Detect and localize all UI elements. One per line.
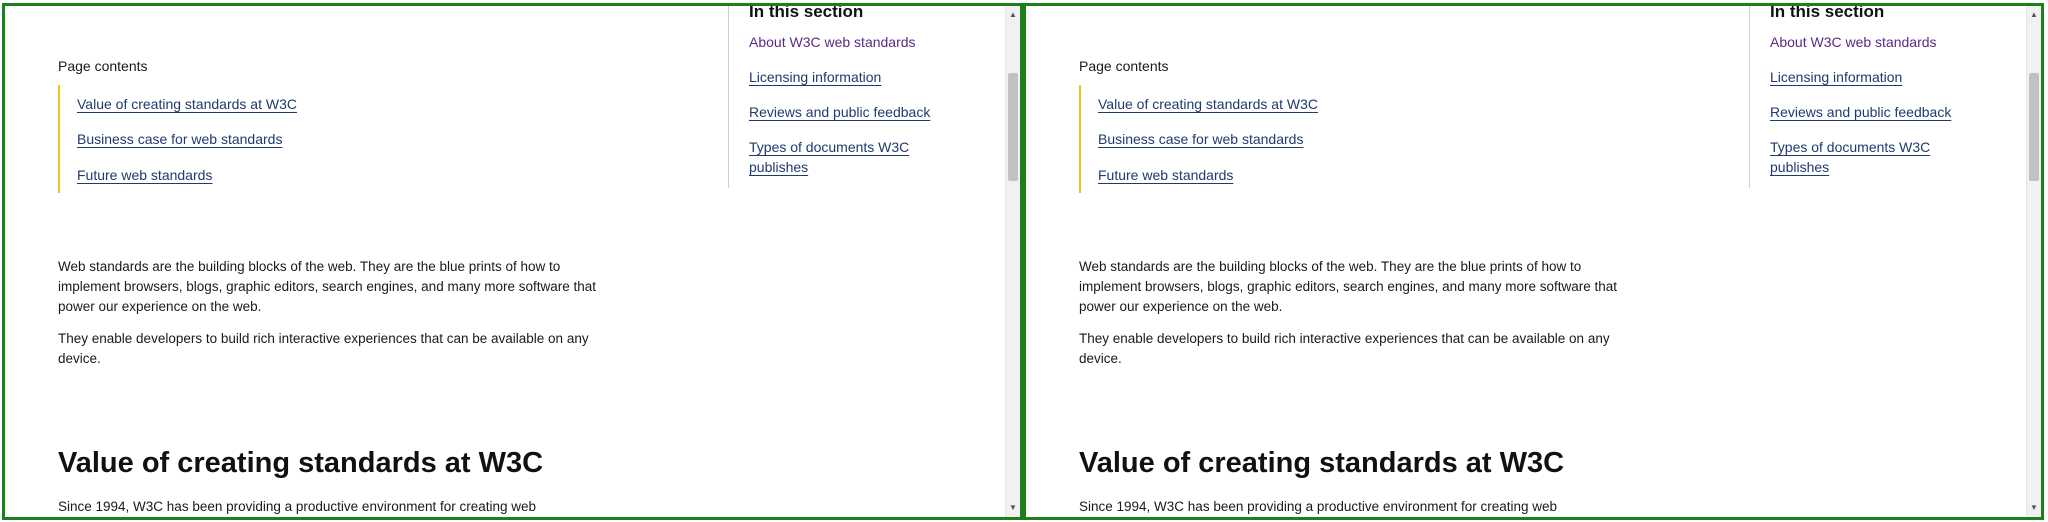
page-contents-link-future[interactable]: Future web standards: [1098, 167, 1233, 183]
intro-paragraph-1: Web standards are the building blocks of…: [58, 259, 597, 314]
scroll-up-arrow-icon[interactable]: ▲: [2027, 8, 2041, 22]
right-browser-pane: Page contents Value of creating standard…: [1023, 3, 2044, 520]
vertical-scrollbar[interactable]: ▲ ▼: [1005, 6, 1020, 517]
page-contents-link-business-case[interactable]: Business case for web standards: [77, 131, 282, 147]
sidebar-link-about[interactable]: About W3C web standards: [1770, 32, 1970, 52]
page-content: Page contents Value of creating standard…: [5, 6, 1006, 517]
intro-paragraph-2: They enable developers to build rich int…: [1079, 331, 1610, 366]
intro-paragraph-2: They enable developers to build rich int…: [58, 331, 589, 366]
page-contents-link-value[interactable]: Value of creating standards at W3C: [77, 96, 297, 112]
in-this-section-sidebar: In this section About W3C web standards …: [1749, 3, 1990, 188]
page-contents-link-business-case[interactable]: Business case for web standards: [1098, 131, 1303, 147]
scrollbar-thumb[interactable]: [1008, 73, 1018, 181]
sidebar-link-about[interactable]: About W3C web standards: [749, 32, 949, 52]
vertical-scrollbar[interactable]: ▲ ▼: [2026, 6, 2041, 517]
section-heading: Value of creating standards at W3C: [1079, 447, 1565, 479]
page-contents-link-value[interactable]: Value of creating standards at W3C: [1098, 96, 1318, 112]
page-content: Page contents Value of creating standard…: [1026, 6, 2027, 517]
sidebar-link-reviews[interactable]: Reviews and public feedback: [1770, 102, 1970, 122]
section-heading: Value of creating standards at W3C: [58, 447, 544, 479]
page-contents-list: Value of creating standards at W3C Busin…: [58, 85, 360, 193]
scrollbar-thumb[interactable]: [2029, 73, 2039, 181]
left-browser-pane: Page contents Value of creating standard…: [2, 3, 1023, 520]
sidebar-link-document-types[interactable]: Types of documents W3C publishes: [1770, 137, 1970, 177]
sidebar-link-reviews[interactable]: Reviews and public feedback: [749, 102, 949, 122]
intro-paragraph-1: Web standards are the building blocks of…: [1079, 259, 1618, 314]
page-contents-label: Page contents: [58, 58, 148, 74]
sidebar-title: In this section: [1770, 3, 1885, 21]
scroll-up-arrow-icon[interactable]: ▲: [1006, 8, 1020, 22]
in-this-section-sidebar: In this section About W3C web standards …: [728, 3, 969, 188]
sidebar-title: In this section: [749, 3, 864, 21]
section-paragraph: Since 1994, W3C has been providing a pro…: [1079, 499, 1558, 514]
scroll-down-arrow-icon[interactable]: ▼: [2027, 501, 2041, 515]
sidebar-link-licensing[interactable]: Licensing information: [1770, 67, 1970, 87]
section-paragraph: Since 1994, W3C has been providing a pro…: [58, 499, 537, 514]
scroll-down-arrow-icon[interactable]: ▼: [1006, 501, 1020, 515]
sidebar-link-document-types[interactable]: Types of documents W3C publishes: [749, 137, 949, 177]
page-contents-label: Page contents: [1079, 58, 1169, 74]
page-contents-link-future[interactable]: Future web standards: [77, 167, 212, 183]
sidebar-link-licensing[interactable]: Licensing information: [749, 67, 949, 87]
page-contents-list: Value of creating standards at W3C Busin…: [1079, 85, 1381, 193]
